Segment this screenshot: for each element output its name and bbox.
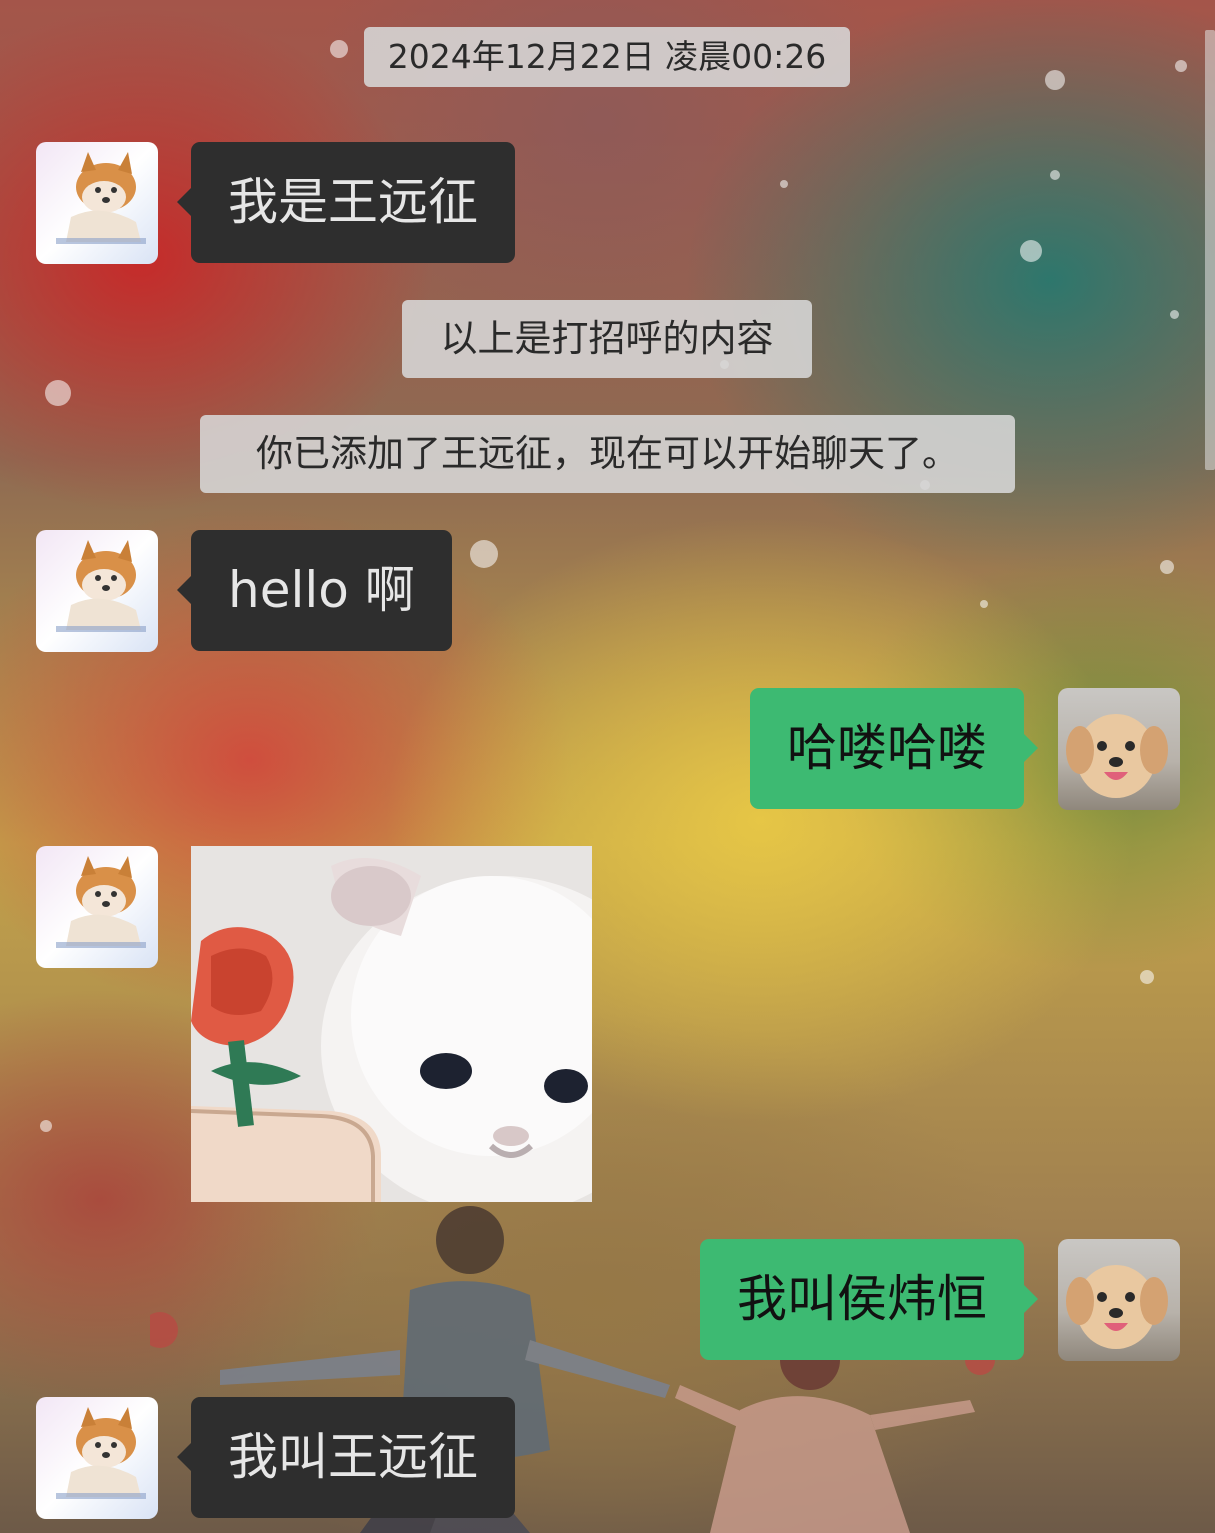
scroll-indicator[interactable]: [1205, 30, 1215, 470]
contact-avatar[interactable]: [36, 142, 158, 264]
incoming-message-bubble[interactable]: 我叫王远征: [177, 1397, 515, 1518]
background-speck: [780, 180, 788, 188]
shiba-dog-icon: [36, 846, 158, 968]
background-speck: [1045, 70, 1065, 90]
contact-avatar[interactable]: [36, 846, 158, 968]
contact-avatar[interactable]: [36, 530, 158, 652]
background-speck: [1020, 240, 1042, 262]
message-text: 我叫王远征: [228, 1428, 478, 1486]
background-speck: [1160, 560, 1174, 574]
timestamp-label: 2024年12月22日 凌晨00:26: [364, 27, 850, 87]
message-text: 我叫侯炜恒: [737, 1270, 987, 1328]
incoming-message-bubble[interactable]: 我是王远征: [177, 142, 515, 263]
message-text: 哈喽哈喽: [787, 719, 987, 777]
friend-added-system-note: 你已添加了王远征，现在可以开始聊天了。: [200, 415, 1015, 493]
my-avatar[interactable]: [1058, 1239, 1180, 1361]
background-speck: [1140, 970, 1154, 984]
background-speck: [1170, 310, 1179, 319]
background-speck: [1175, 60, 1187, 72]
greeting-system-note: 以上是打招呼的内容: [402, 300, 812, 378]
message-text: 我是王远征: [228, 173, 478, 231]
message-text: hello 啊: [228, 561, 415, 619]
cat-rose-sticker[interactable]: [191, 846, 592, 1202]
shiba-dog-icon: [36, 530, 158, 652]
puppy-icon: [1058, 1239, 1180, 1361]
shiba-dog-icon: [36, 142, 158, 264]
my-avatar[interactable]: [1058, 688, 1180, 810]
background-speck: [45, 380, 71, 406]
contact-avatar[interactable]: [36, 1397, 158, 1519]
incoming-message-bubble[interactable]: hello 啊: [177, 530, 452, 651]
outgoing-message-bubble[interactable]: 我叫侯炜恒: [700, 1239, 1038, 1360]
outgoing-message-bubble[interactable]: 哈喽哈喽: [750, 688, 1038, 809]
white-cat-with-rose-image: [191, 846, 592, 1202]
background-speck: [40, 1120, 52, 1132]
background-speck: [1050, 170, 1060, 180]
background-speck: [470, 540, 498, 568]
shiba-dog-icon: [36, 1397, 158, 1519]
puppy-icon: [1058, 688, 1180, 810]
background-speck: [330, 40, 348, 58]
background-speck: [980, 600, 988, 608]
